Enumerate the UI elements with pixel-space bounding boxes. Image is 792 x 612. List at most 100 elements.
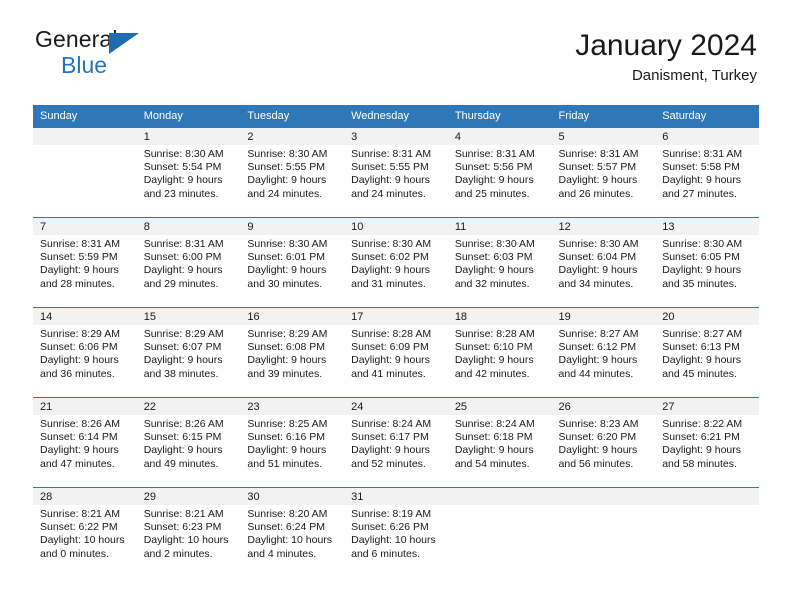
sunrise-text: Sunrise: 8:31 AM [558, 148, 639, 160]
calendar-day-cell[interactable]: 1 Sunrise: 8:30 AM Sunset: 5:54 PM Daylight… [136, 127, 241, 218]
calendar-day-cell[interactable]: 14 Sunrise: 8:29 AM Sunset: 6:06 PM Dayligh… [33, 307, 137, 398]
calendar-day-cell[interactable]: 7 Sunrise: 8:31 AM Sunset: 5:59 PM Daylight… [33, 217, 137, 308]
day-number: 13 [655, 218, 759, 235]
sunset-text: Sunset: 6:07 PM [143, 341, 222, 354]
calendar-day-cell[interactable]: 18 Sunrise: 8:28 AM Sunset: 6:10 PM Dayligh… [447, 307, 552, 398]
day-number: 20 [655, 308, 759, 325]
sunset-text: Sunset: 6:05 PM [662, 251, 740, 264]
calendar-day-cell[interactable]: 12 Sunrise: 8:30 AM Sunset: 6:04 PM Dayligh… [551, 217, 656, 308]
calendar-day-cell[interactable]: 30 Sunrise: 8:20 AM Sunset: 6:24 PM Dayligh… [240, 487, 345, 578]
day-info: Sunrise: 8:31 AM Sunset: 6:00 PM Daylight:… [137, 235, 241, 291]
calendar-day-cell[interactable]: 6 Sunrise: 8:31 AM Sunset: 5:58 PM Daylight… [655, 127, 759, 218]
calendar-week-row: 21 Sunrise: 8:26 AM Sunset: 6:14 PM Dayligh… [33, 397, 759, 488]
calendar-day-cell[interactable]: 22 Sunrise: 8:26 AM Sunset: 6:15 PM Dayligh… [136, 397, 241, 488]
calendar-day-cell[interactable]: 8 Sunrise: 8:31 AM Sunset: 6:00 PM Daylight… [136, 217, 241, 308]
daylight-text: Daylight: 10 hours and 6 minutes. [351, 534, 436, 560]
calendar-day-cell[interactable]: 4 Sunrise: 8:31 AM Sunset: 5:56 PM Daylight… [447, 127, 552, 218]
day-info: Sunrise: 8:26 AM Sunset: 6:15 PM Daylight:… [137, 415, 241, 471]
day-number: 19 [551, 308, 656, 325]
daylight-text: Daylight: 9 hours and 51 minutes. [247, 444, 327, 470]
day-number: 22 [136, 398, 241, 415]
calendar-day-cell[interactable]: 5 Sunrise: 8:31 AM Sunset: 5:57 PM Daylight… [551, 127, 656, 218]
daylight-text: Daylight: 9 hours and 26 minutes. [558, 174, 638, 200]
day-number [655, 488, 759, 505]
calendar-day-cell[interactable]: 28 Sunrise: 8:21 AM Sunset: 6:22 PM Dayligh… [33, 487, 137, 578]
weekday-header-sunday: Sunday [33, 105, 137, 128]
sunset-text: Sunset: 6:16 PM [247, 431, 326, 444]
calendar-day-cell[interactable]: 27 Sunrise: 8:22 AM Sunset: 6:21 PM Dayligh… [655, 397, 759, 488]
day-info: Sunrise: 8:28 AM Sunset: 6:10 PM Daylight:… [448, 325, 552, 381]
calendar-day-cell[interactable]: 26 Sunrise: 8:23 AM Sunset: 6:20 PM Dayligh… [551, 397, 656, 488]
calendar-day-cell[interactable]: 3 Sunrise: 8:31 AM Sunset: 5:55 PM Daylight… [344, 127, 448, 218]
sunset-text: Sunset: 6:22 PM [40, 521, 118, 534]
daylight-text: Daylight: 9 hours and 35 minutes. [662, 264, 742, 290]
daylight-text: Daylight: 9 hours and 56 minutes. [558, 444, 638, 470]
calendar-day-cell[interactable]: 23 Sunrise: 8:25 AM Sunset: 6:16 PM Dayligh… [240, 397, 345, 488]
weekday-header-monday: Monday [136, 105, 241, 128]
daylight-text: Daylight: 9 hours and 34 minutes. [558, 264, 638, 290]
sunset-text: Sunset: 5:59 PM [40, 251, 118, 264]
calendar-day-cell[interactable]: 15 Sunrise: 8:29 AM Sunset: 6:07 PM Dayligh… [136, 307, 241, 398]
sunrise-text: Sunrise: 8:31 AM [454, 148, 535, 160]
calendar-day-cell[interactable]: 19 Sunrise: 8:27 AM Sunset: 6:12 PM Dayligh… [551, 307, 656, 398]
day-number: 21 [33, 398, 137, 415]
day-number: 1 [136, 128, 241, 145]
weekday-header-friday: Friday [551, 105, 656, 128]
sunrise-text: Sunrise: 8:25 AM [247, 418, 328, 430]
day-number: 16 [240, 308, 345, 325]
calendar-day-cell[interactable]: 31 Sunrise: 8:19 AM Sunset: 6:26 PM Dayligh… [344, 487, 448, 578]
day-number: 10 [344, 218, 448, 235]
sunrise-text: Sunrise: 8:31 AM [40, 238, 120, 250]
daylight-text: Daylight: 9 hours and 52 minutes. [351, 444, 430, 470]
calendar-day-cell[interactable]: 24 Sunrise: 8:24 AM Sunset: 6:17 PM Dayligh… [344, 397, 448, 488]
sunset-text: Sunset: 5:56 PM [454, 161, 533, 174]
sunset-text: Sunset: 5:58 PM [662, 161, 740, 174]
calendar-day-cell[interactable]: 13 Sunrise: 8:30 AM Sunset: 6:05 PM Dayligh… [655, 217, 759, 308]
sunset-text: Sunset: 6:09 PM [351, 341, 429, 354]
sunset-text: Sunset: 6:17 PM [351, 431, 429, 444]
calendar-week-row: 1 Sunrise: 8:30 AM Sunset: 5:54 PM Daylight… [33, 127, 759, 218]
day-number: 6 [655, 128, 759, 145]
calendar-table: Sunday Monday Tuesday Wednesday Thursday Frid… [33, 105, 759, 578]
sunrise-text: Sunrise: 8:23 AM [558, 418, 639, 430]
daylight-text: Daylight: 9 hours and 23 minutes. [143, 174, 223, 200]
calendar-day-cell-empty [33, 127, 137, 218]
general-blue-logo[interactable]: General Blue [35, 28, 175, 84]
calendar-day-cell[interactable]: 29 Sunrise: 8:21 AM Sunset: 6:23 PM Dayligh… [136, 487, 241, 578]
day-info: Sunrise: 8:21 AM Sunset: 6:22 PM Daylight:… [33, 505, 137, 561]
calendar-day-cell[interactable]: 10 Sunrise: 8:30 AM Sunset: 6:02 PM Dayligh… [344, 217, 448, 308]
day-number: 17 [344, 308, 448, 325]
daylight-text: Daylight: 9 hours and 39 minutes. [247, 354, 327, 380]
sunset-text: Sunset: 6:24 PM [247, 521, 326, 534]
daylight-text: Daylight: 10 hours and 2 minutes. [143, 534, 229, 560]
day-number: 29 [136, 488, 241, 505]
day-number: 8 [136, 218, 241, 235]
daylight-text: Daylight: 9 hours and 42 minutes. [454, 354, 534, 380]
day-info: Sunrise: 8:30 AM Sunset: 6:03 PM Daylight:… [448, 235, 552, 291]
sunrise-text: Sunrise: 8:20 AM [247, 508, 328, 520]
calendar-day-cell[interactable]: 20 Sunrise: 8:27 AM Sunset: 6:13 PM Dayligh… [655, 307, 759, 398]
title-block: January 2024 Danisment, Turkey [575, 28, 757, 85]
calendar-day-cell[interactable]: 2 Sunrise: 8:30 AM Sunset: 5:55 PM Daylight… [240, 127, 345, 218]
sunset-text: Sunset: 6:18 PM [454, 431, 533, 444]
daylight-text: Daylight: 9 hours and 58 minutes. [662, 444, 742, 470]
sunset-text: Sunset: 6:01 PM [247, 251, 326, 264]
sunrise-text: Sunrise: 8:21 AM [143, 508, 224, 520]
day-info: Sunrise: 8:24 AM Sunset: 6:18 PM Daylight:… [448, 415, 552, 471]
calendar-day-cell[interactable]: 9 Sunrise: 8:30 AM Sunset: 6:01 PM Daylight… [240, 217, 345, 308]
sunrise-text: Sunrise: 8:30 AM [454, 238, 535, 250]
calendar-day-cell[interactable]: 17 Sunrise: 8:28 AM Sunset: 6:09 PM Dayligh… [344, 307, 448, 398]
day-info: Sunrise: 8:24 AM Sunset: 6:17 PM Daylight:… [344, 415, 448, 471]
calendar-day-cell[interactable]: 16 Sunrise: 8:29 AM Sunset: 6:08 PM Dayligh… [240, 307, 345, 398]
logo-text-general: General [35, 26, 118, 52]
daylight-text: Daylight: 9 hours and 32 minutes. [454, 264, 534, 290]
sunrise-text: Sunrise: 8:30 AM [143, 148, 224, 160]
calendar-day-cell[interactable]: 21 Sunrise: 8:26 AM Sunset: 6:14 PM Dayligh… [33, 397, 137, 488]
logo-text-blue: Blue [61, 52, 108, 78]
day-info: Sunrise: 8:31 AM Sunset: 5:57 PM Daylight:… [552, 145, 656, 201]
calendar-day-cell[interactable]: 25 Sunrise: 8:24 AM Sunset: 6:18 PM Dayligh… [447, 397, 552, 488]
page-subtitle: Danisment, Turkey [631, 67, 757, 85]
calendar-day-cell[interactable]: 11 Sunrise: 8:30 AM Sunset: 6:03 PM Dayligh… [447, 217, 552, 308]
day-info: Sunrise: 8:30 AM Sunset: 6:05 PM Daylight:… [655, 235, 759, 291]
sunset-text: Sunset: 6:08 PM [247, 341, 326, 354]
